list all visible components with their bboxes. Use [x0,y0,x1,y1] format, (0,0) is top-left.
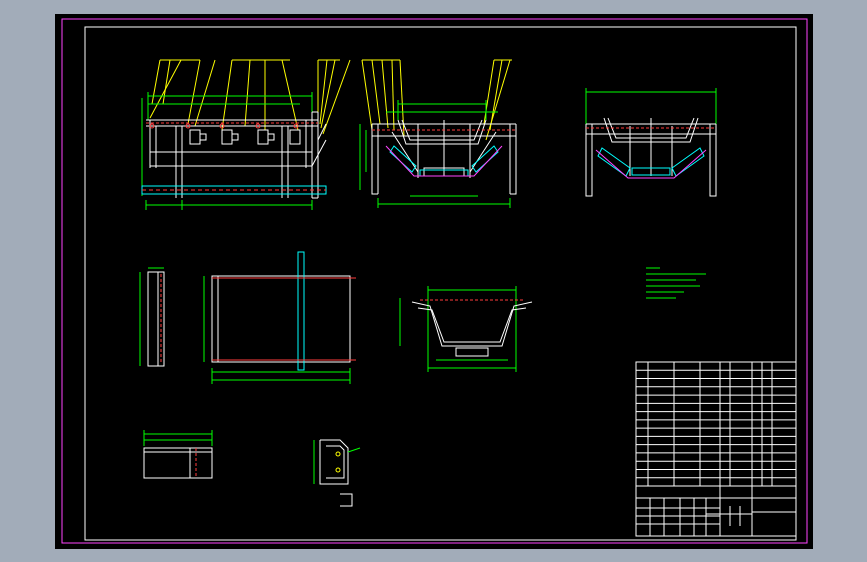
drawing-sheet [55,14,813,549]
cad-viewport[interactable] [0,0,867,562]
drawing-paper [55,14,813,549]
